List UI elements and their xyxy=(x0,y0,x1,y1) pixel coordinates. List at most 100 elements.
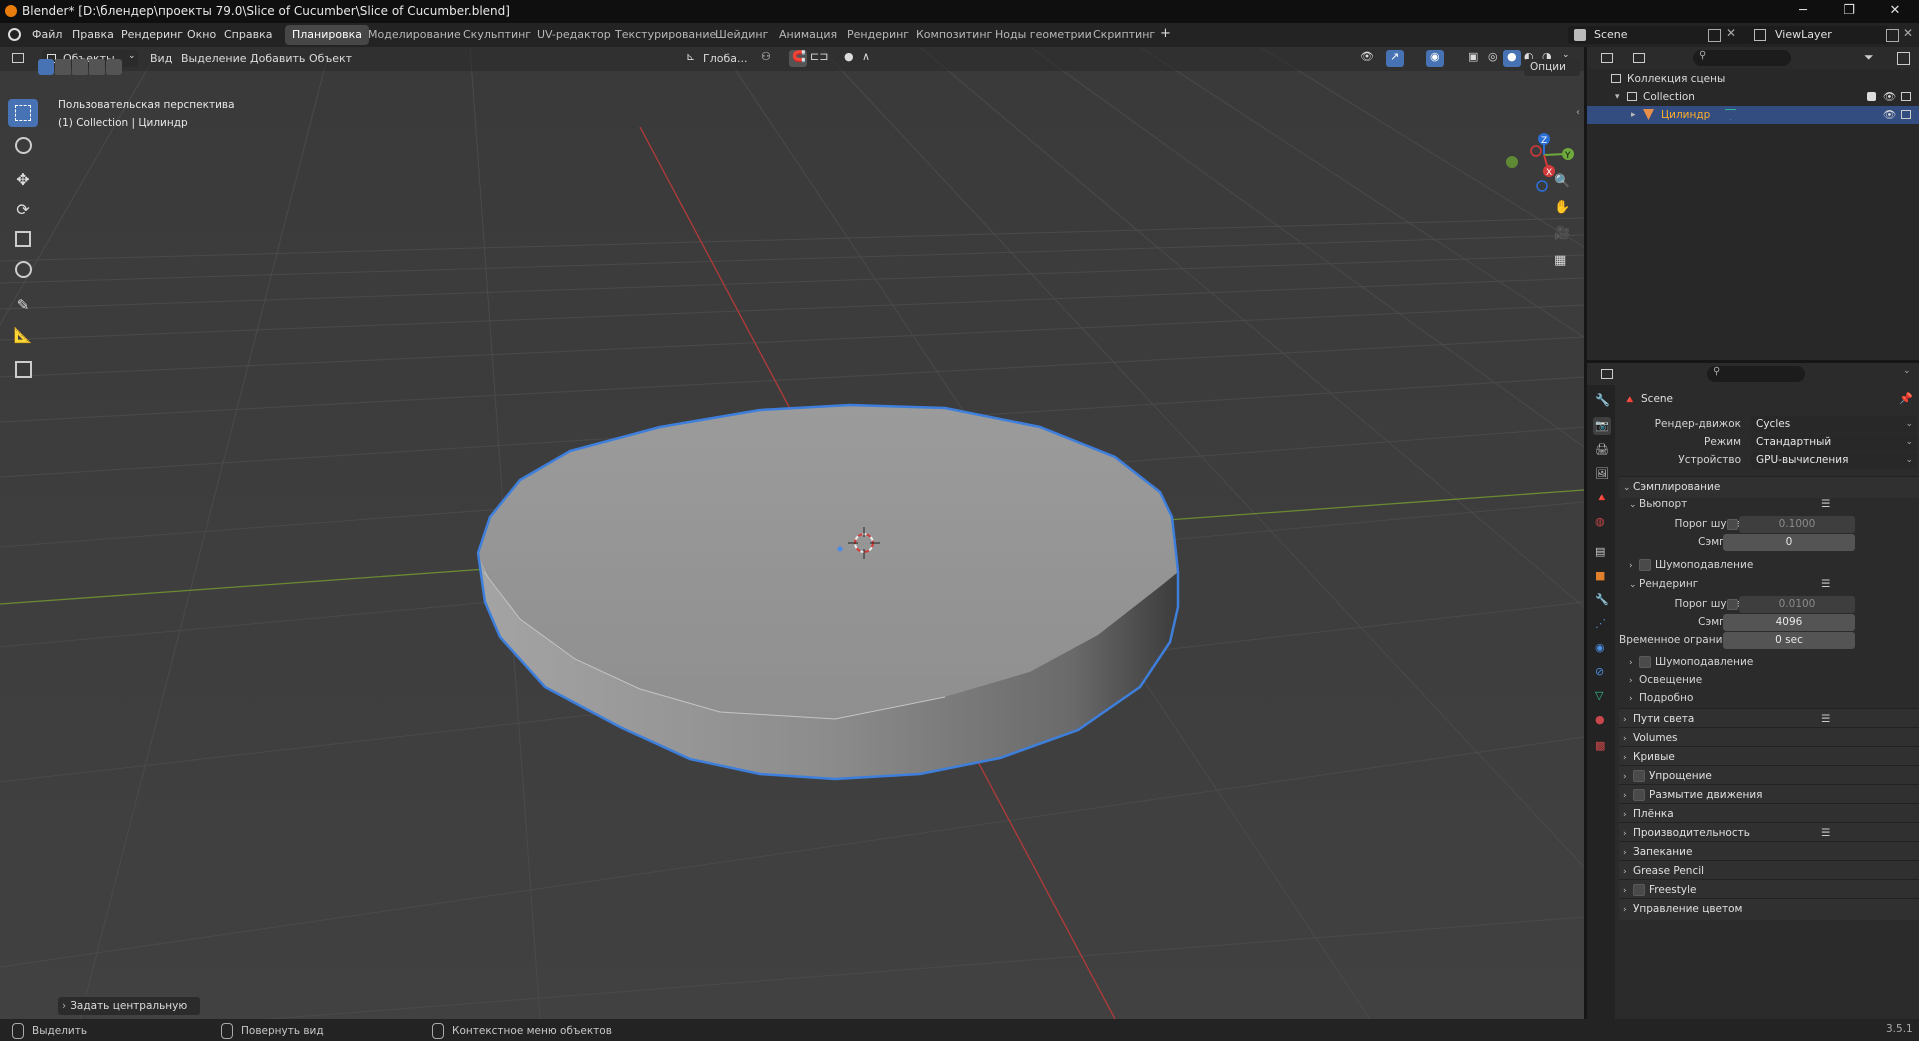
tab-layout[interactable]: Планировка xyxy=(285,25,369,45)
viewport-subpanel-header[interactable]: ⌄ Вьюпорт ☰ xyxy=(1629,495,1919,514)
tab-compositing[interactable]: Композитинг xyxy=(909,25,999,45)
tab-sculpting[interactable]: Скульптинг xyxy=(456,25,538,45)
menu-object[interactable]: Объект xyxy=(309,52,352,65)
tab-render-icon[interactable]: 📷 xyxy=(1593,417,1611,435)
tab-animation[interactable]: Анимация xyxy=(772,25,844,45)
zoom-icon[interactable]: 🔍 xyxy=(1554,174,1570,190)
snap-target-icon[interactable]: ⊏⊐ xyxy=(810,50,828,63)
menu-edit[interactable]: Правка xyxy=(72,28,114,41)
render-subpanel-header[interactable]: ⌄ Рендеринг ☰ xyxy=(1629,575,1919,594)
3d-viewport[interactable]: Объекты ⌄ Вид Выделение Добавить Объект … xyxy=(0,47,1584,1019)
rotate-tool[interactable]: ⟳ xyxy=(8,195,38,223)
render-camera-icon[interactable] xyxy=(1901,92,1911,101)
list-icon[interactable]: ☰ xyxy=(1821,495,1830,514)
viewport-noise-threshold-field[interactable]: 0.1000 xyxy=(1739,516,1855,533)
tab-collection-icon[interactable]: ▤ xyxy=(1595,545,1605,558)
menu-view[interactable]: Вид xyxy=(150,52,172,65)
outliner-row-collection[interactable]: ▾ Collection 👁 xyxy=(1587,88,1919,106)
transform-tool[interactable] xyxy=(8,255,38,283)
scale-tool[interactable] xyxy=(8,225,38,253)
expand-arrow-icon[interactable]: ▾ xyxy=(1615,88,1620,106)
eye-icon[interactable]: 👁 xyxy=(1883,88,1896,106)
outliner-search-field[interactable] xyxy=(1693,50,1791,66)
select-new-icon[interactable] xyxy=(38,59,54,75)
mode-dropdown[interactable]: Стандартный ⌄ xyxy=(1751,434,1917,451)
tab-output-icon[interactable]: 🖨 xyxy=(1595,443,1609,456)
chevron-down-icon[interactable]: ⌄ xyxy=(1903,366,1911,376)
menu-file[interactable]: Файл xyxy=(32,28,62,41)
denoise-checkbox[interactable] xyxy=(1639,656,1651,668)
tab-world-icon[interactable]: ◍ xyxy=(1595,515,1605,528)
add-workspace-button[interactable]: + xyxy=(1160,26,1171,41)
select-difference-icon[interactable] xyxy=(89,59,105,75)
scene-selector[interactable]: Scene xyxy=(1568,26,1750,44)
pan-hand-icon[interactable]: ✋ xyxy=(1554,200,1570,216)
render-samples-field[interactable]: 4096 xyxy=(1723,614,1855,631)
xray-icon[interactable]: ▣ xyxy=(1468,50,1478,63)
filter-icon[interactable]: ⏷ xyxy=(1864,50,1874,65)
outliner-row-scene-collection[interactable]: Коллекция сцены xyxy=(1587,70,1919,88)
tab-scene-icon[interactable]: 🔺 xyxy=(1595,491,1609,504)
freestyle-checkbox[interactable] xyxy=(1633,884,1645,896)
menu-select[interactable]: Выделение xyxy=(181,52,247,65)
properties-search-field[interactable] xyxy=(1707,366,1805,382)
measure-tool[interactable]: 📐 xyxy=(8,321,38,349)
noise-threshold-checkbox[interactable] xyxy=(1727,599,1738,610)
pin-icon[interactable]: 📌 xyxy=(1899,392,1913,405)
blender-menu-icon[interactable] xyxy=(8,28,21,41)
add-cube-tool[interactable] xyxy=(8,355,38,383)
tab-texture-paint[interactable]: Текстурирование xyxy=(608,25,723,45)
tab-uv-editing[interactable]: UV-редактор xyxy=(530,25,618,45)
denoise-checkbox[interactable] xyxy=(1639,559,1651,571)
select-subtract-icon[interactable] xyxy=(72,59,88,75)
falloff-icon[interactable]: ∧ xyxy=(862,50,870,63)
view-layer-selector[interactable]: ViewLayer xyxy=(1749,26,1889,44)
tab-modeling[interactable]: Моделирование xyxy=(361,25,468,45)
tab-view-layer-icon[interactable]: 🖼 xyxy=(1595,467,1609,480)
lighting-subpanel[interactable]: › Освещение xyxy=(1629,671,1919,690)
annotate-tool[interactable]: ✎ xyxy=(8,291,38,319)
new-collection-icon[interactable] xyxy=(1897,52,1910,65)
noise-threshold-checkbox[interactable] xyxy=(1727,519,1738,530)
tab-scripting[interactable]: Скриптинг xyxy=(1086,25,1162,45)
tab-particles-icon[interactable]: ⋰ xyxy=(1595,617,1606,630)
render-camera-icon[interactable] xyxy=(1901,110,1911,119)
new-view-layer-icon[interactable] xyxy=(1886,29,1899,42)
tab-texture-icon[interactable]: ▩ xyxy=(1595,739,1605,752)
delete-scene-icon[interactable]: ✕ xyxy=(1726,26,1736,40)
menu-window[interactable]: Окно xyxy=(187,28,216,41)
move-tool[interactable]: ✥ xyxy=(8,165,38,193)
tab-object-icon[interactable]: ■ xyxy=(1595,569,1605,582)
pivot-point-icon[interactable]: ⚇ xyxy=(761,50,771,63)
visibility-icon[interactable]: 👁 xyxy=(1360,50,1374,63)
render-noise-threshold-field[interactable]: 0.0100 xyxy=(1739,596,1855,613)
advanced-subpanel[interactable]: › Подробно xyxy=(1629,689,1919,708)
viewport-denoise-subpanel[interactable]: › Шумоподавление xyxy=(1629,556,1919,575)
tab-modifiers-icon[interactable]: 🔧 xyxy=(1595,593,1609,606)
outliner-editor-type-icon[interactable] xyxy=(1601,53,1613,63)
tab-constraints-icon[interactable]: ⊘ xyxy=(1595,665,1604,678)
exclude-checkbox-icon[interactable] xyxy=(1867,92,1876,101)
tab-physics-icon[interactable]: ◉ xyxy=(1595,641,1605,654)
color-management-panel[interactable]: › Управление цветом xyxy=(1619,898,1919,920)
maximize-button[interactable]: ❐ xyxy=(1826,0,1872,23)
gizmo-neg-x-icon[interactable] xyxy=(1530,145,1542,157)
tab-data-icon[interactable]: ▽ xyxy=(1595,689,1603,702)
tab-geometry-nodes[interactable]: Ноды геометрии xyxy=(988,25,1099,45)
menu-add[interactable]: Добавить xyxy=(250,52,305,65)
display-mode-icon[interactable] xyxy=(1633,53,1645,63)
cursor-tool[interactable] xyxy=(8,131,38,159)
collapse-arrow-icon[interactable]: ‹ xyxy=(1576,107,1580,118)
select-intersect-icon[interactable] xyxy=(106,59,122,75)
tab-tool-icon[interactable]: 🔧 xyxy=(1595,393,1610,407)
delete-view-layer-icon[interactable]: ✕ xyxy=(1903,26,1913,40)
options-dropdown[interactable]: Опции xyxy=(1524,59,1580,76)
select-box-tool[interactable] xyxy=(8,99,38,127)
outliner-row-cylinder[interactable]: ▸ Цилиндр 👁 xyxy=(1587,106,1919,124)
last-operator-panel[interactable]: ›Задать центральную точ xyxy=(58,997,200,1015)
properties-editor-type-icon[interactable] xyxy=(1601,369,1613,379)
new-scene-icon[interactable] xyxy=(1708,29,1721,42)
wireframe-shading-icon[interactable]: ◎ xyxy=(1488,50,1498,63)
tab-rendering[interactable]: Рендеринг xyxy=(840,25,916,45)
menu-render[interactable]: Рендеринг xyxy=(121,28,183,41)
